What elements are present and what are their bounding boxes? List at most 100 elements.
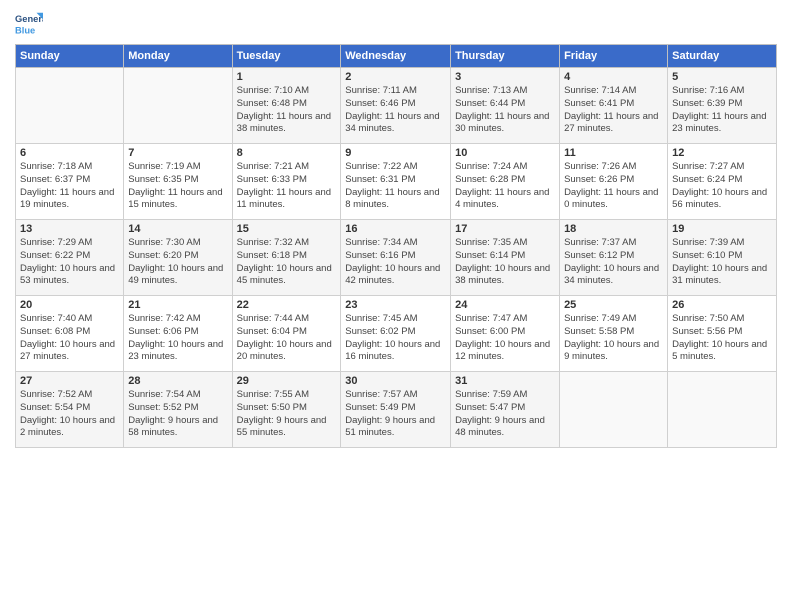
- calendar-cell: 2 Sunrise: 7:11 AMSunset: 6:46 PMDaylight…: [341, 68, 451, 144]
- day-info: Sunrise: 7:42 AMSunset: 6:06 PMDaylight:…: [128, 313, 227, 364]
- calendar-week-1: 1 Sunrise: 7:10 AMSunset: 6:48 PMDaylight…: [16, 68, 777, 144]
- calendar-cell: 8Sunrise: 7:21 AMSunset: 6:33 PMDaylight…: [232, 144, 341, 220]
- calendar-cell: 14Sunrise: 7:30 AMSunset: 6:20 PMDayligh…: [124, 220, 232, 296]
- calendar-cell: 26Sunrise: 7:50 AMSunset: 5:56 PMDayligh…: [668, 296, 777, 372]
- calendar-cell: 15 Sunrise: 7:32 AMSunset: 6:18 PMDayligh…: [232, 220, 341, 296]
- calendar-cell: 31 Sunrise: 7:59 AMSunset: 5:47 PMDayligh…: [451, 372, 560, 448]
- day-number: 5: [672, 71, 772, 83]
- day-info: Sunrise: 7:40 AMSunset: 6:08 PMDaylight:…: [20, 313, 119, 364]
- day-info: Sunrise: 7:37 AMSunset: 6:12 PMDaylight:…: [564, 237, 663, 288]
- calendar-week-2: 6Sunrise: 7:18 AMSunset: 6:37 PMDaylight…: [16, 144, 777, 220]
- day-info: Sunrise: 7:13 AMSunset: 6:44 PMDaylight:…: [455, 85, 555, 136]
- day-info: Sunrise: 7:26 AMSunset: 6:26 PMDaylight:…: [564, 161, 663, 212]
- day-number: 23: [345, 299, 446, 311]
- weekday-header-row: SundayMondayTuesdayWednesdayThursdayFrid…: [16, 45, 777, 68]
- day-info: Sunrise: 7:35 AMSunset: 6:14 PMDaylight:…: [455, 237, 555, 288]
- day-number: 28: [128, 375, 227, 387]
- day-number: 10: [455, 147, 555, 159]
- day-number: 21: [128, 299, 227, 311]
- calendar-week-3: 13Sunrise: 7:29 AMSunset: 6:22 PMDayligh…: [16, 220, 777, 296]
- logo: General Blue: [15, 10, 43, 38]
- day-number: 24: [455, 299, 555, 311]
- calendar-cell: 30Sunrise: 7:57 AMSunset: 5:49 PMDayligh…: [341, 372, 451, 448]
- day-info: Sunrise: 7:55 AMSunset: 5:50 PMDaylight:…: [237, 389, 337, 440]
- day-info: Sunrise: 7:10 AMSunset: 6:48 PMDaylight:…: [237, 85, 337, 136]
- day-info: Sunrise: 7:30 AMSunset: 6:20 PMDaylight:…: [128, 237, 227, 288]
- day-number: 6: [20, 147, 119, 159]
- calendar-table: SundayMondayTuesdayWednesdayThursdayFrid…: [15, 44, 777, 448]
- calendar-cell: 28Sunrise: 7:54 AMSunset: 5:52 PMDayligh…: [124, 372, 232, 448]
- weekday-header-sunday: Sunday: [16, 45, 124, 68]
- calendar-cell: 19 Sunrise: 7:39 AMSunset: 6:10 PMDayligh…: [668, 220, 777, 296]
- weekday-header-saturday: Saturday: [668, 45, 777, 68]
- svg-text:Blue: Blue: [15, 25, 35, 35]
- calendar-cell: 25 Sunrise: 7:49 AMSunset: 5:58 PMDayligh…: [560, 296, 668, 372]
- day-number: 31: [455, 375, 555, 387]
- calendar-cell: 10 Sunrise: 7:24 AMSunset: 6:28 PMDayligh…: [451, 144, 560, 220]
- day-info: Sunrise: 7:39 AMSunset: 6:10 PMDaylight:…: [672, 237, 772, 288]
- day-info: Sunrise: 7:45 AMSunset: 6:02 PMDaylight:…: [345, 313, 446, 364]
- day-number: 17: [455, 223, 555, 235]
- day-number: 9: [345, 147, 446, 159]
- calendar-cell: 16 Sunrise: 7:34 AMSunset: 6:16 PMDayligh…: [341, 220, 451, 296]
- calendar-cell: 9 Sunrise: 7:22 AMSunset: 6:31 PMDaylight…: [341, 144, 451, 220]
- calendar-cell: 12Sunrise: 7:27 AMSunset: 6:24 PMDayligh…: [668, 144, 777, 220]
- logo-icon: General Blue: [15, 10, 43, 38]
- day-number: 20: [20, 299, 119, 311]
- day-number: 16: [345, 223, 446, 235]
- calendar-cell: 11 Sunrise: 7:26 AMSunset: 6:26 PMDayligh…: [560, 144, 668, 220]
- day-info: Sunrise: 7:34 AMSunset: 6:16 PMDaylight:…: [345, 237, 446, 288]
- calendar-cell: 17 Sunrise: 7:35 AMSunset: 6:14 PMDayligh…: [451, 220, 560, 296]
- day-number: 22: [237, 299, 337, 311]
- calendar-cell: 22 Sunrise: 7:44 AMSunset: 6:04 PMDayligh…: [232, 296, 341, 372]
- day-number: 3: [455, 71, 555, 83]
- day-number: 15: [237, 223, 337, 235]
- day-number: 30: [345, 375, 446, 387]
- day-info: Sunrise: 7:16 AMSunset: 6:39 PMDaylight:…: [672, 85, 772, 136]
- day-number: 1: [237, 71, 337, 83]
- calendar-cell: 29 Sunrise: 7:55 AMSunset: 5:50 PMDayligh…: [232, 372, 341, 448]
- day-number: 19: [672, 223, 772, 235]
- calendar-cell: 13Sunrise: 7:29 AMSunset: 6:22 PMDayligh…: [16, 220, 124, 296]
- calendar-cell: 24Sunrise: 7:47 AMSunset: 6:00 PMDayligh…: [451, 296, 560, 372]
- day-number: 29: [237, 375, 337, 387]
- calendar-cell: 7 Sunrise: 7:19 AMSunset: 6:35 PMDaylight…: [124, 144, 232, 220]
- weekday-header-friday: Friday: [560, 45, 668, 68]
- day-info: Sunrise: 7:24 AMSunset: 6:28 PMDaylight:…: [455, 161, 555, 212]
- day-info: Sunrise: 7:49 AMSunset: 5:58 PMDaylight:…: [564, 313, 663, 364]
- calendar-cell: 5 Sunrise: 7:16 AMSunset: 6:39 PMDaylight…: [668, 68, 777, 144]
- calendar-week-5: 27Sunrise: 7:52 AMSunset: 5:54 PMDayligh…: [16, 372, 777, 448]
- day-number: 7: [128, 147, 227, 159]
- calendar-cell: [16, 68, 124, 144]
- svg-text:General: General: [15, 14, 43, 24]
- calendar-cell: 18 Sunrise: 7:37 AMSunset: 6:12 PMDayligh…: [560, 220, 668, 296]
- day-number: 11: [564, 147, 663, 159]
- day-info: Sunrise: 7:21 AMSunset: 6:33 PMDaylight:…: [237, 161, 337, 212]
- day-number: 18: [564, 223, 663, 235]
- weekday-header-tuesday: Tuesday: [232, 45, 341, 68]
- day-info: Sunrise: 7:44 AMSunset: 6:04 PMDaylight:…: [237, 313, 337, 364]
- calendar-cell: 4Sunrise: 7:14 AMSunset: 6:41 PMDaylight…: [560, 68, 668, 144]
- day-number: 25: [564, 299, 663, 311]
- calendar-cell: 27Sunrise: 7:52 AMSunset: 5:54 PMDayligh…: [16, 372, 124, 448]
- weekday-header-wednesday: Wednesday: [341, 45, 451, 68]
- calendar-cell: 6Sunrise: 7:18 AMSunset: 6:37 PMDaylight…: [16, 144, 124, 220]
- day-info: Sunrise: 7:14 AMSunset: 6:41 PMDaylight:…: [564, 85, 663, 136]
- day-info: Sunrise: 7:22 AMSunset: 6:31 PMDaylight:…: [345, 161, 446, 212]
- day-info: Sunrise: 7:32 AMSunset: 6:18 PMDaylight:…: [237, 237, 337, 288]
- calendar-week-4: 20 Sunrise: 7:40 AMSunset: 6:08 PMDayligh…: [16, 296, 777, 372]
- day-info: Sunrise: 7:29 AMSunset: 6:22 PMDaylight:…: [20, 237, 119, 288]
- day-number: 12: [672, 147, 772, 159]
- day-info: Sunrise: 7:11 AMSunset: 6:46 PMDaylight:…: [345, 85, 446, 136]
- calendar-cell: 23 Sunrise: 7:45 AMSunset: 6:02 PMDayligh…: [341, 296, 451, 372]
- calendar-cell: 1 Sunrise: 7:10 AMSunset: 6:48 PMDaylight…: [232, 68, 341, 144]
- day-info: Sunrise: 7:59 AMSunset: 5:47 PMDaylight:…: [455, 389, 555, 440]
- calendar-cell: [124, 68, 232, 144]
- weekday-header-thursday: Thursday: [451, 45, 560, 68]
- day-info: Sunrise: 7:19 AMSunset: 6:35 PMDaylight:…: [128, 161, 227, 212]
- calendar-cell: 20 Sunrise: 7:40 AMSunset: 6:08 PMDayligh…: [16, 296, 124, 372]
- calendar-cell: 21 Sunrise: 7:42 AMSunset: 6:06 PMDayligh…: [124, 296, 232, 372]
- calendar-cell: [560, 372, 668, 448]
- day-number: 2: [345, 71, 446, 83]
- calendar-cell: [668, 372, 777, 448]
